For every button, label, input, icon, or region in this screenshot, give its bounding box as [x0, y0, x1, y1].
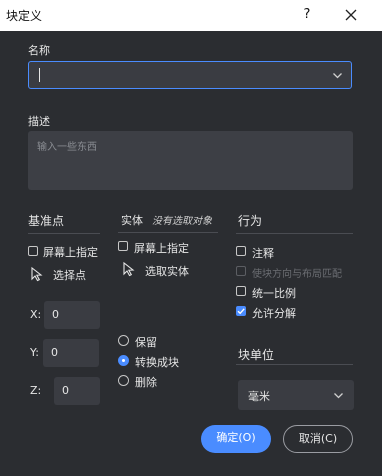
text-cursor — [39, 68, 40, 82]
divider — [236, 233, 353, 234]
help-button[interactable]: ? — [296, 4, 318, 26]
retain-radio[interactable] — [118, 335, 129, 346]
title-bar: 块定义 ? — [0, 0, 382, 31]
block-unit-select[interactable]: 毫米 — [238, 380, 354, 410]
checkmark-icon — [237, 308, 245, 315]
z-label: Z: — [30, 384, 42, 397]
base-point-onscreen-checkbox[interactable] — [28, 246, 38, 256]
annotative-checkbox[interactable] — [236, 246, 246, 256]
divider — [236, 364, 353, 365]
y-input[interactable]: 0 — [43, 339, 99, 367]
scale-uniformly-label: 统一比例 — [252, 287, 296, 300]
divider — [118, 232, 218, 233]
match-orientation-label: 使块方向与布局匹配 — [252, 269, 342, 280]
x-label: X: — [30, 308, 42, 321]
base-point-onscreen-label: 屏幕上指定 — [43, 246, 98, 259]
match-orientation-checkbox[interactable] — [236, 266, 246, 276]
select-objects-button[interactable]: 选取实体 — [145, 263, 189, 279]
annotative-label: 注释 — [252, 247, 274, 260]
cancel-button[interactable]: 取消(C) — [283, 425, 353, 453]
chevron-down-icon[interactable] — [332, 70, 343, 84]
description-placeholder: 输入一些东西 — [37, 142, 97, 153]
close-icon[interactable] — [340, 4, 362, 26]
divider — [28, 233, 100, 234]
name-label: 名称 — [28, 44, 50, 57]
convert-to-block-radio[interactable] — [118, 355, 129, 366]
z-input[interactable]: 0 — [54, 377, 100, 405]
name-combobox[interactable] — [28, 61, 352, 89]
block-unit-value: 毫米 — [248, 390, 270, 403]
chevron-down-icon — [333, 390, 344, 404]
ok-button[interactable]: 确定(O) — [201, 425, 271, 453]
delete-label: 删除 — [135, 376, 157, 389]
objects-onscreen-label: 屏幕上指定 — [134, 242, 189, 255]
select-objects-cursor-icon[interactable] — [121, 261, 137, 280]
window-title: 块定义 — [6, 9, 43, 23]
convert-to-block-label: 转换成块 — [135, 356, 179, 369]
block-unit-heading: 块单位 — [238, 348, 275, 362]
behavior-heading: 行为 — [238, 214, 263, 228]
pick-point-cursor-icon[interactable] — [29, 266, 45, 285]
objects-onscreen-checkbox[interactable] — [118, 241, 128, 251]
y-label: Y: — [30, 346, 39, 359]
pick-point-button[interactable]: 选择点 — [53, 267, 86, 283]
description-textarea[interactable]: 输入一些东西 — [28, 131, 353, 190]
x-input[interactable]: 0 — [44, 301, 100, 329]
allow-explode-label: 允许分解 — [252, 307, 296, 320]
retain-label: 保留 — [135, 336, 157, 349]
objects-heading: 实体 — [121, 214, 143, 227]
allow-explode-checkbox[interactable] — [236, 306, 246, 316]
delete-radio[interactable] — [118, 375, 129, 386]
description-label: 描述 — [28, 115, 50, 128]
base-point-heading: 基准点 — [28, 214, 65, 228]
objects-status: 没有选取对象 — [152, 216, 212, 227]
scale-uniformly-checkbox[interactable] — [236, 286, 246, 296]
